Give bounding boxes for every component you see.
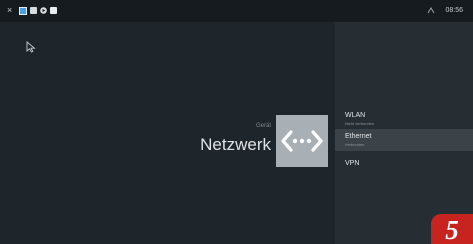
option-ethernet-status: Verbunden: [345, 142, 365, 147]
ethernet-icon: [427, 7, 435, 14]
page-title: Netzwerk: [200, 135, 271, 154]
option-wlan[interactable]: WLAN Nicht verbunden: [335, 108, 473, 130]
tv-screen: × 08:56 Gerät Netzwerk WLAN Nicht verbun…: [0, 0, 473, 244]
network-options-panel: WLAN Nicht verbunden Ethernet Verbunden …: [335, 22, 473, 244]
clock-time: 08:56: [445, 7, 463, 14]
option-wlan-status: Nicht verbunden: [345, 121, 375, 126]
step-number: 5: [445, 215, 459, 244]
step-badge: 5: [431, 214, 473, 244]
option-ethernet[interactable]: Ethernet Verbunden: [335, 129, 473, 151]
play-icon[interactable]: [40, 7, 47, 14]
photo-icon[interactable]: [30, 7, 37, 14]
option-vpn[interactable]: VPN: [335, 156, 473, 178]
close-icon[interactable]: ×: [7, 5, 12, 15]
note-icon[interactable]: [50, 7, 57, 14]
option-ethernet-label: Ethernet: [345, 133, 372, 140]
settings-category: Gerät: [255, 123, 271, 129]
option-wlan-label: WLAN: [345, 112, 366, 119]
option-vpn-label: VPN: [345, 160, 360, 167]
status-bar: × 08:56: [0, 0, 473, 22]
network-arrows-icon: [276, 115, 328, 167]
app-icon[interactable]: [19, 7, 27, 15]
mouse-cursor-icon: [26, 41, 36, 53]
